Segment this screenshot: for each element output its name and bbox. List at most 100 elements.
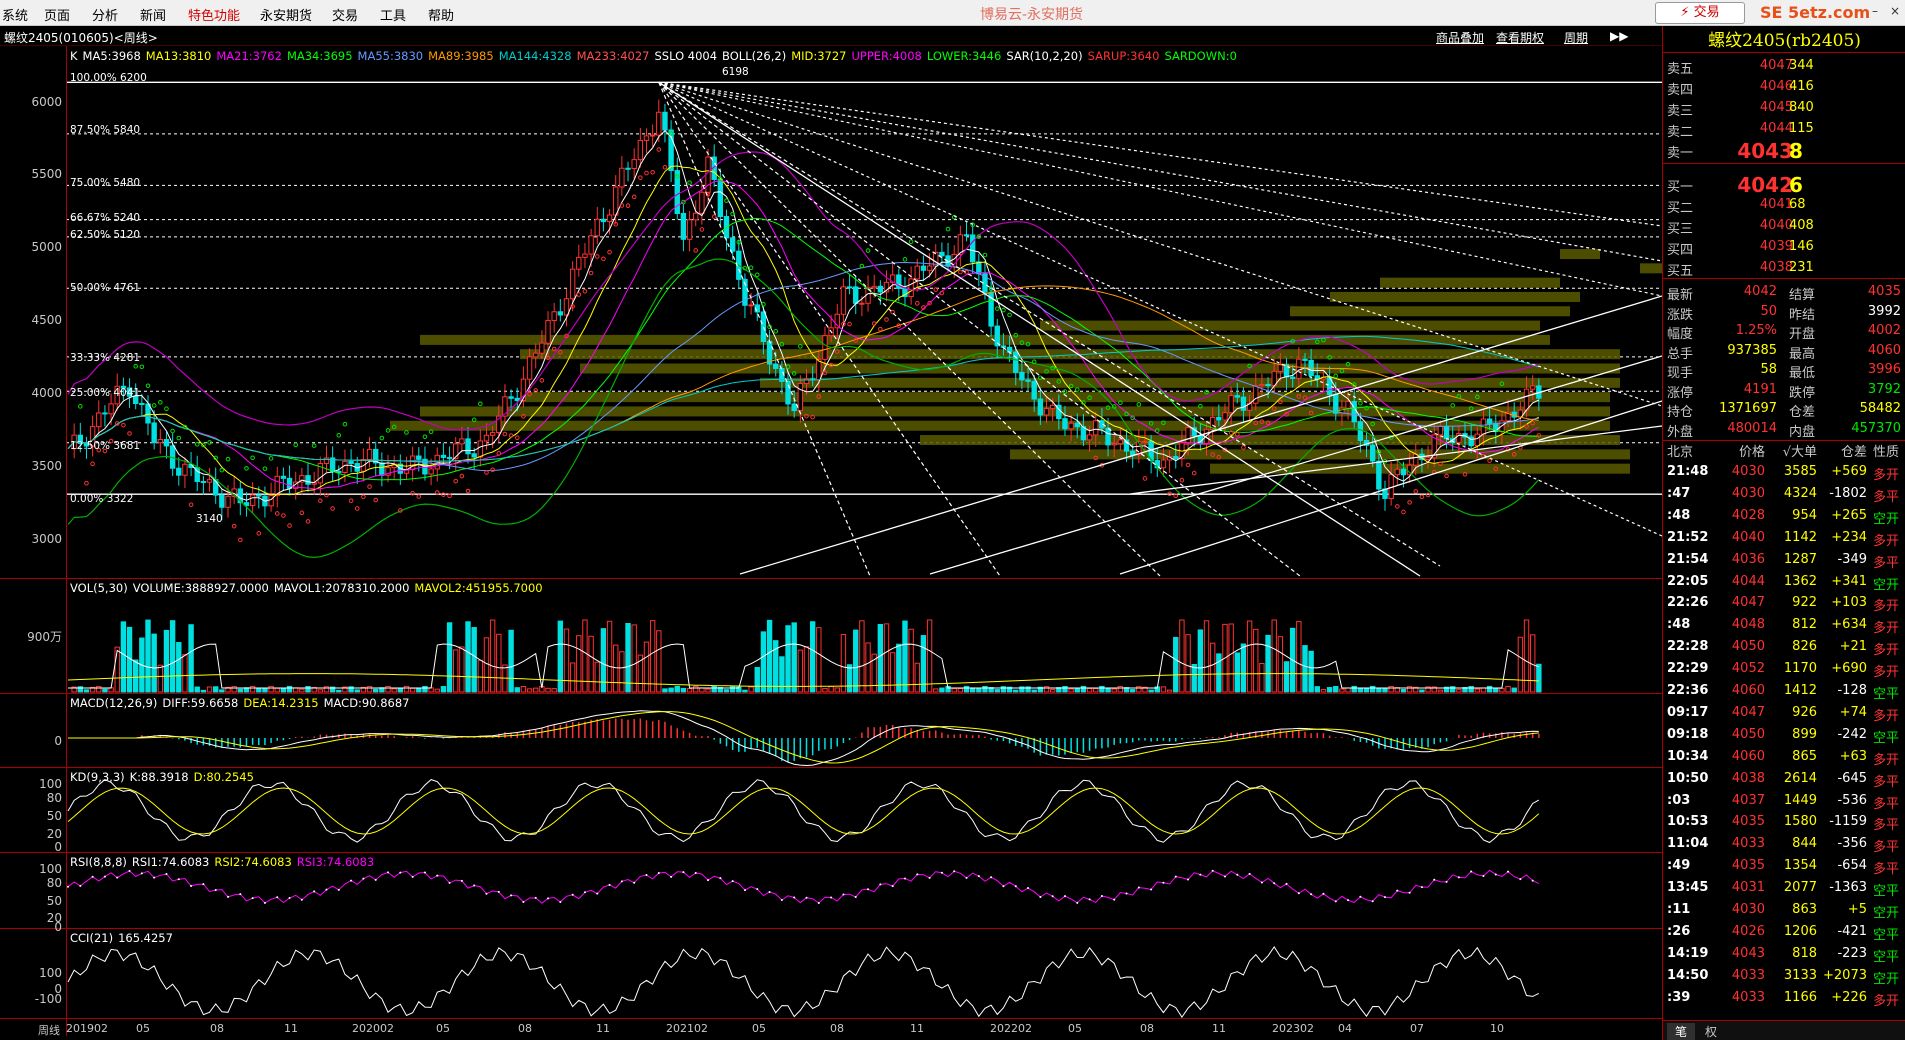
candle-body (625, 167, 631, 170)
legend-item: LOWER:3446 (926, 49, 1002, 63)
candle-body (576, 256, 582, 270)
tick-row: :11 4030 863 +5 空开 (1663, 902, 1905, 924)
sar-dot (459, 473, 465, 479)
bid-volume: 68 (1789, 197, 1806, 212)
volume-bar (1302, 645, 1308, 693)
legend-item: MA233:4027 (576, 49, 650, 63)
ask-row[interactable]: 卖三 4045 840 (1663, 100, 1905, 120)
tick-time: 21:54 (1667, 551, 1709, 567)
rsi-y-label: 100 (39, 862, 62, 876)
tick-row: :48 4028 954 +265 空开 (1663, 508, 1905, 530)
sar-dot (644, 170, 649, 176)
sar-dot (656, 147, 662, 152)
candle-body (551, 311, 557, 322)
close-icon[interactable]: × (1888, 4, 1902, 18)
ask-row[interactable]: 卖二 4044 115 (1663, 121, 1905, 141)
overlay-link[interactable]: 商品叠加 (1436, 29, 1484, 46)
candle-body (785, 380, 791, 405)
rsi1-point (1482, 874, 1485, 877)
candle-body (471, 453, 477, 458)
period-link[interactable]: 周期 (1564, 29, 1588, 46)
menu-help[interactable]: 帮助 (428, 5, 454, 24)
menu-analysis[interactable]: 分析 (92, 5, 118, 24)
bid-row[interactable]: 买二 4041 68 (1663, 197, 1905, 217)
kd-legend: KD(9,3,3) K:88.3918 D:80.2545 (70, 770, 259, 784)
rsi1-point (1051, 895, 1054, 898)
sar-dot (878, 326, 883, 332)
fan-line (658, 81, 1662, 227)
menu-features[interactable]: 特色功能 (188, 5, 240, 24)
candle-body (871, 285, 877, 289)
volume-bar (853, 629, 859, 693)
options-link[interactable]: 查看期权 (1496, 29, 1544, 46)
sar-dot (145, 383, 151, 389)
bottom-tabs: 笔 权 (1663, 1020, 1905, 1040)
rsi1-point (1273, 882, 1276, 885)
legend-item: K (70, 49, 78, 63)
volume-bar (594, 661, 600, 693)
candle-body (920, 265, 927, 271)
tick-oi-change: -356 (1837, 836, 1867, 852)
menu-yongan[interactable]: 永安期货 (260, 5, 312, 24)
legend-item: DIFF:59.6658 (162, 696, 239, 710)
rsi1-point (300, 898, 303, 901)
sar-dot (262, 466, 268, 471)
x-tick-label: 201902 (66, 1022, 108, 1035)
sar-dot (693, 248, 699, 253)
sar-dot (1136, 402, 1142, 407)
tick-oi-change: -536 (1837, 792, 1867, 808)
candle-body (1173, 456, 1179, 460)
bid-row[interactable]: 买三 4040 408 (1663, 218, 1905, 238)
menu-news[interactable]: 新闻 (140, 5, 166, 24)
rsi1-point (1100, 894, 1103, 897)
candle-body (1529, 385, 1536, 390)
volume-bar (1419, 689, 1425, 693)
volume-bar (957, 688, 964, 693)
chart-area[interactable] (0, 46, 1662, 1040)
sar-dot (582, 288, 588, 294)
volume-bar (926, 619, 933, 693)
menu-system[interactable]: 系统 (2, 5, 28, 24)
volume-bar (656, 630, 662, 693)
rsi1-point (793, 896, 796, 899)
volume-bar (440, 686, 447, 693)
candle-body (1160, 459, 1167, 469)
tab-rights[interactable]: 权 (1697, 1023, 1725, 1040)
legend-item: D:80.2545 (193, 770, 254, 784)
sar-dot (293, 442, 299, 448)
sar-dot (373, 497, 379, 503)
minimize-icon[interactable]: – (1868, 4, 1882, 18)
scroll-right-icon[interactable]: ▶▶ (1610, 29, 1628, 43)
candle-body (1093, 420, 1099, 436)
candle-body (200, 481, 207, 484)
ask-row[interactable]: 卖四 4046 416 (1663, 79, 1905, 99)
bid-row[interactable]: 买一 4042 6 (1663, 173, 1905, 197)
tick-volume: 2614 (1783, 770, 1817, 786)
menu-trade[interactable]: 交易 (332, 5, 358, 24)
tick-header-vol[interactable]: √大单 (1767, 441, 1817, 460)
fib-label: 0.00% 3322 (70, 493, 134, 505)
tick-time: :11 (1667, 902, 1691, 917)
volume-bar (889, 652, 896, 693)
tick-time: 14:50 (1667, 967, 1709, 983)
bid-row[interactable]: 买四 4039 146 (1663, 239, 1905, 259)
menu-tools[interactable]: 工具 (380, 5, 406, 24)
tick-volume: 922 (1792, 595, 1817, 611)
tick-oi-change: -1363 (1829, 880, 1867, 896)
sar-dot (490, 467, 495, 473)
candle-body (1253, 385, 1259, 404)
ask-row[interactable]: 卖五 4047 344 (1663, 58, 1905, 78)
tick-type: 空开 (1873, 577, 1900, 593)
rsi1-point (399, 871, 402, 874)
volume-bar (1013, 689, 1019, 693)
tab-trades[interactable]: 笔 (1667, 1023, 1695, 1040)
rsi1-point (79, 884, 82, 887)
trade-button[interactable]: ⚡ 交易 (1655, 2, 1745, 24)
menu-page[interactable]: 页面 (44, 5, 70, 24)
rsi1-point (485, 892, 488, 895)
ask-row[interactable]: 卖一 4043 8 (1663, 139, 1905, 163)
candle-body (1486, 418, 1493, 424)
rsi-legend: RSI(8,8,8) RSI1:74.6083 RSI2:74.6083 RSI3:7… (70, 855, 379, 869)
tick-price: 4030 (1731, 902, 1765, 917)
bid-row[interactable]: 买五 4038 231 (1663, 260, 1905, 280)
